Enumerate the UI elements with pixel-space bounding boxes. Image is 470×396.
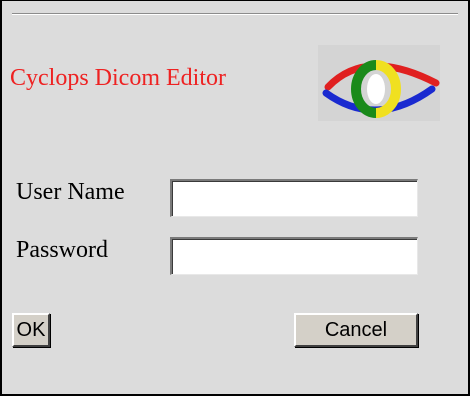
password-label: Password xyxy=(16,237,109,263)
password-input[interactable] xyxy=(170,237,418,275)
top-divider xyxy=(12,13,458,15)
username-input[interactable] xyxy=(170,179,418,217)
cancel-button[interactable]: Cancel xyxy=(294,313,418,347)
login-dialog: Cyclops Dicom Editor User Name Password … xyxy=(0,0,470,396)
app-title: Cyclops Dicom Editor xyxy=(10,65,226,91)
eye-logo-icon xyxy=(318,45,440,121)
username-label: User Name xyxy=(16,179,125,205)
logo-pupil xyxy=(367,74,385,104)
ok-button[interactable]: OK xyxy=(12,313,50,347)
